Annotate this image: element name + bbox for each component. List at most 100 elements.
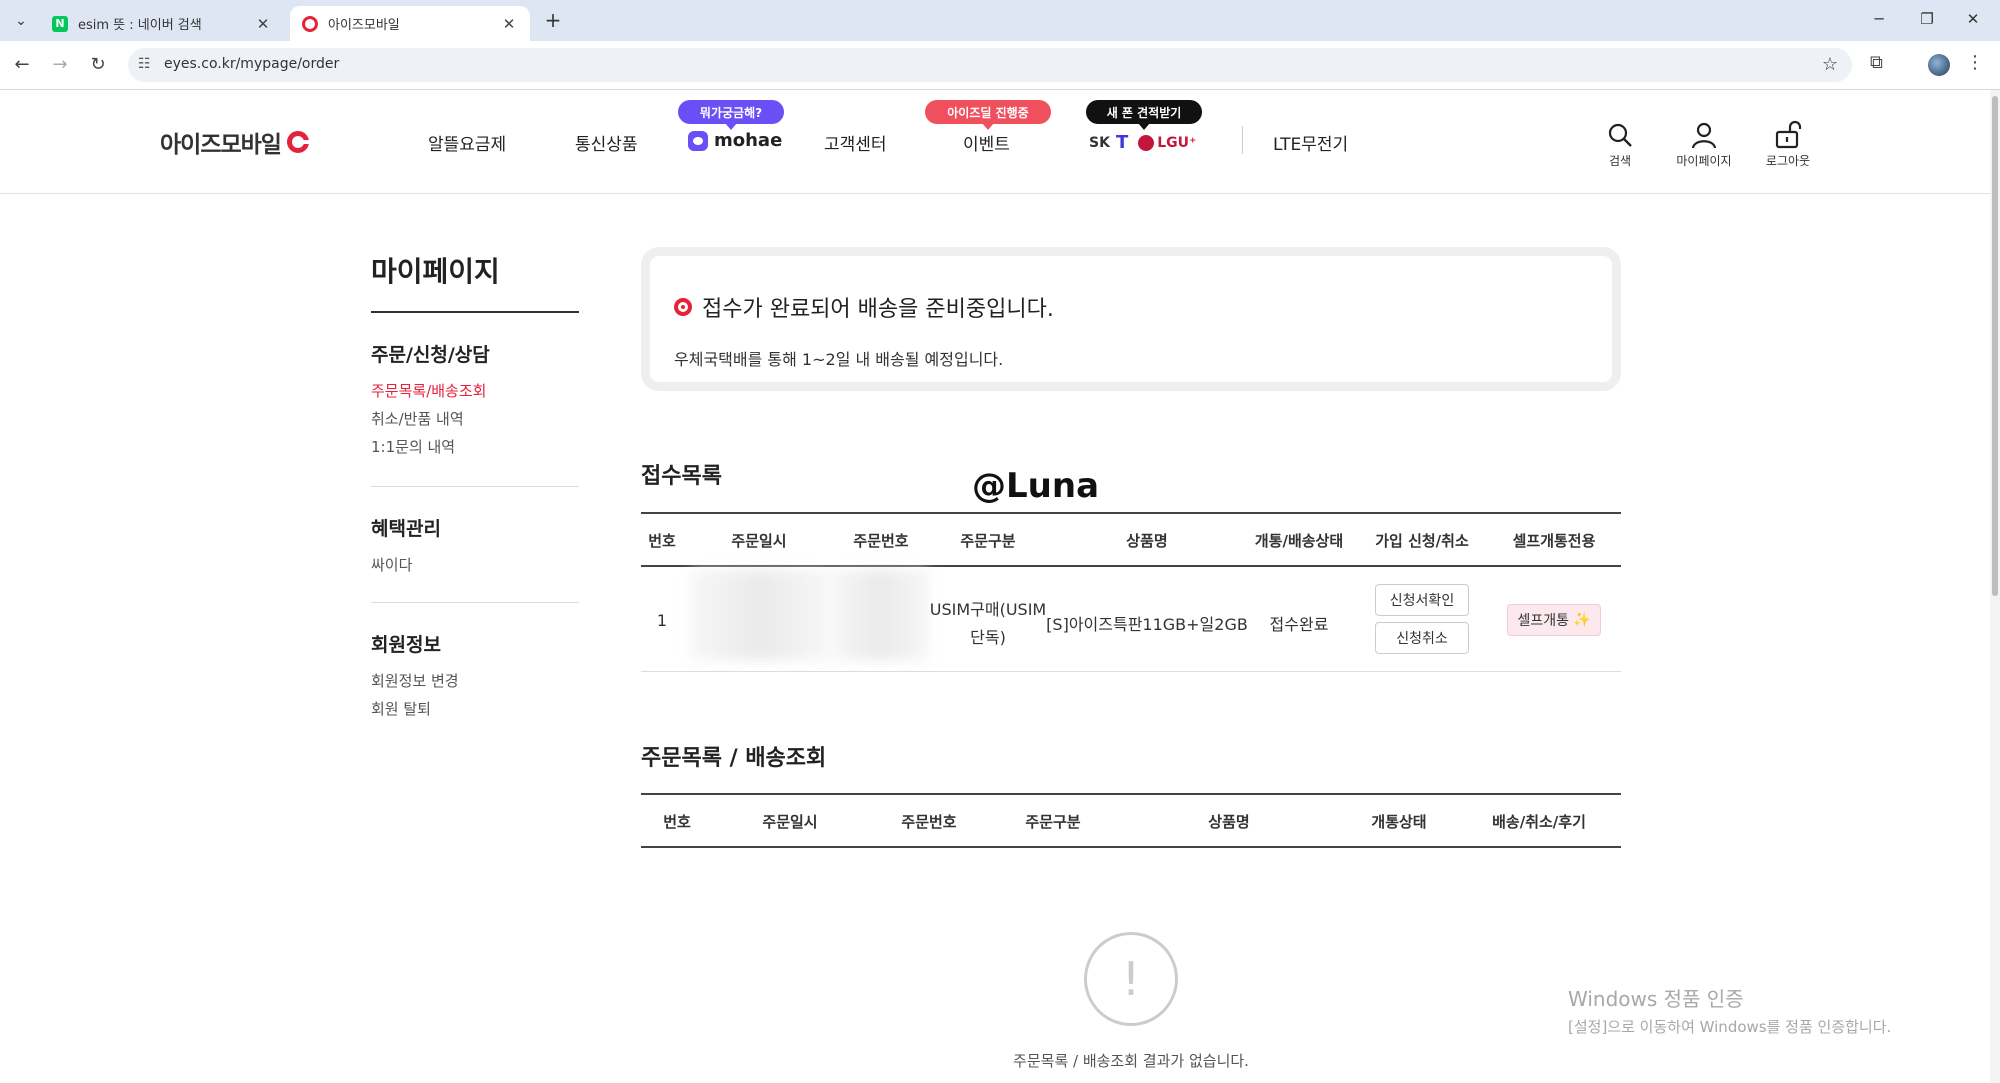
mohae-logo-icon xyxy=(688,130,708,151)
order-status-notice: 접수가 완료되어 배송을 준비중입니다. 우체국택배를 통해 1~2일 내 배송… xyxy=(641,247,1621,391)
table-header-border xyxy=(641,565,1621,567)
col-header-order-no: 주문번호 xyxy=(853,532,909,550)
sidebar-heading-member: 회원정보 xyxy=(371,634,441,656)
product-name: [S]아이즈특판11GB+일2GB xyxy=(1046,615,1248,634)
redacted-order-date xyxy=(690,570,830,660)
sidebar-divider xyxy=(371,486,579,487)
forward-icon[interactable]: → xyxy=(48,54,72,75)
col-header-order-type: 주문구분 xyxy=(1025,813,1081,831)
logo-text: 아이즈모바일 xyxy=(160,132,282,158)
col-header-order-no: 주문번호 xyxy=(901,813,957,831)
tab-title: 아이즈모바일 xyxy=(328,18,400,33)
search-icon xyxy=(1585,118,1655,152)
col-header-no: 번호 xyxy=(648,532,676,550)
logo-mark-icon xyxy=(286,131,309,153)
naver-icon: N xyxy=(52,15,68,32)
skt-logo-icon: T xyxy=(1115,132,1129,153)
logout-button[interactable]: 로그아웃 xyxy=(1753,118,1823,169)
restore-button[interactable]: ❐ xyxy=(1912,10,1942,28)
event-badge: 아이즈딜 진행중 xyxy=(925,100,1051,130)
new-tab-button[interactable]: + xyxy=(540,8,566,32)
unlock-icon xyxy=(1753,118,1823,152)
self-activation-button[interactable]: 셀프개통 ✨ xyxy=(1507,604,1601,636)
sidebar-heading-benefits: 혜택관리 xyxy=(371,518,441,540)
url-field[interactable]: ☷ eyes.co.kr/mypage/order ☆ xyxy=(128,48,1852,82)
nav-plans[interactable]: 알뜰요금제 xyxy=(428,130,506,155)
eyes-ring-icon xyxy=(674,298,692,316)
nav-mohae[interactable]: mohae xyxy=(688,130,782,151)
browser-tab-naver[interactable]: N esim 뜻 : 네이버 검색 ✕ xyxy=(40,6,284,41)
col-header-no: 번호 xyxy=(663,813,691,831)
back-icon[interactable]: ← xyxy=(10,54,34,75)
sidebar-divider xyxy=(371,602,579,603)
nav-event[interactable]: 이벤트 xyxy=(963,130,1010,155)
exclamation-icon: ! xyxy=(1084,932,1178,1026)
address-bar: ← → ↻ ☷ eyes.co.kr/mypage/order ☆ ⧉ ⋮ xyxy=(0,41,2000,90)
notice-subtext: 우체국택배를 통해 1~2일 내 배송될 예정입니다. xyxy=(674,350,1004,369)
sparkle-icon: ✨ xyxy=(1573,612,1591,628)
sidebar-title: 마이페이지 xyxy=(371,255,500,288)
browser-menu-icon[interactable]: ⋮ xyxy=(1966,52,1984,73)
col-header-product: 상품명 xyxy=(1126,532,1168,550)
search-button[interactable]: 검색 xyxy=(1585,118,1655,169)
order-type-line1: USIM구매(USIM xyxy=(929,600,1047,619)
col-header-order-date: 주문일시 xyxy=(731,532,787,550)
table-header-border xyxy=(641,846,1621,848)
sidebar-item-inquiry[interactable]: 1:1문의 내역 xyxy=(371,436,455,457)
order-type-line2: 단독) xyxy=(970,628,1006,647)
col-header-order-date: 주문일시 xyxy=(762,813,818,831)
order-list-title: 주문목록 / 배송조회 xyxy=(641,746,827,771)
windows-activation-watermark: Windows 정품 인증 [설정]으로 이동하여 Windows를 정품 인증… xyxy=(1568,987,1892,1036)
col-header-product: 상품명 xyxy=(1208,813,1250,831)
scrollbar-thumb[interactable] xyxy=(1992,96,1998,596)
site-header: 아이즈모바일 알뜰요금제 통신상품 뭐가궁금해? mohae 고객센터 아이즈딜… xyxy=(0,90,1990,194)
table-row-border xyxy=(641,671,1621,672)
site-info-icon[interactable]: ☷ xyxy=(138,56,151,72)
tab-title: esim 뜻 : 네이버 검색 xyxy=(78,18,202,33)
browser-tab-eyes[interactable]: 아이즈모바일 ✕ xyxy=(290,6,530,41)
close-tab-icon[interactable]: ✕ xyxy=(254,15,272,33)
reload-icon[interactable]: ↻ xyxy=(86,54,110,75)
phone-quote-badge: 새 폰 견적받기 xyxy=(1086,100,1202,130)
url-text: eyes.co.kr/mypage/order xyxy=(164,56,340,72)
nav-telco[interactable]: SK T LGU⁺ xyxy=(1089,132,1196,153)
tab-list-button[interactable]: ⌄ xyxy=(8,8,34,34)
eyes-icon xyxy=(302,15,318,32)
row-number: 1 xyxy=(656,611,668,630)
page-scrollbar[interactable] xyxy=(1990,90,2000,1083)
site-logo[interactable]: 아이즈모바일 xyxy=(160,125,309,159)
nav-lte-radio[interactable]: LTE무전기 xyxy=(1273,130,1348,155)
reception-list-title: 접수목록 xyxy=(641,464,722,489)
cancel-application-button[interactable]: 신청취소 xyxy=(1375,622,1469,654)
table-top-border xyxy=(641,512,1621,514)
lg-logo-icon xyxy=(1138,134,1155,151)
status-text: 접수완료 xyxy=(1269,615,1329,634)
mypage-button[interactable]: 마이페이지 xyxy=(1669,118,1739,169)
sidebar-heading-orders: 주문/신청/상담 xyxy=(371,344,490,366)
nav-support[interactable]: 고객센터 xyxy=(824,130,887,155)
close-tab-icon[interactable]: ✕ xyxy=(500,15,518,33)
minimize-button[interactable]: ─ xyxy=(1864,10,1894,28)
bookmark-star-icon[interactable]: ☆ xyxy=(1822,54,1838,75)
close-window-button[interactable]: ✕ xyxy=(1958,10,1988,28)
sidebar-item-withdraw[interactable]: 회원 탈퇴 xyxy=(371,698,431,719)
nav-divider xyxy=(1242,126,1243,154)
sidebar-item-order-list[interactable]: 주문목록/배송조회 xyxy=(371,380,486,401)
nav-devices[interactable]: 통신상품 xyxy=(575,130,638,155)
sidebar-item-cancel-return[interactable]: 취소/반품 내역 xyxy=(371,408,464,429)
sidebar-item-cider[interactable]: 싸이다 xyxy=(371,554,412,575)
sidebar-item-edit-profile[interactable]: 회원정보 변경 xyxy=(371,670,459,691)
col-header-status: 개통/배송상태 xyxy=(1254,532,1344,550)
redacted-order-number xyxy=(830,570,930,660)
profile-avatar[interactable] xyxy=(1928,54,1950,76)
extensions-icon[interactable]: ⧉ xyxy=(1870,52,1883,73)
table-top-border xyxy=(641,793,1621,795)
col-header-order-type: 주문구분 xyxy=(960,532,1016,550)
col-header-delivery-cancel-review: 배송/취소/후기 xyxy=(1492,813,1586,831)
empty-result-message: 주문목록 / 배송조회 결과가 없습니다. xyxy=(1013,1052,1249,1070)
view-application-button[interactable]: 신청서확인 xyxy=(1375,584,1469,616)
col-header-apply-cancel: 가입 신청/취소 xyxy=(1375,532,1469,550)
col-header-self-activation: 셀프개통전용 xyxy=(1512,532,1596,550)
user-watermark: @Luna xyxy=(972,466,1100,506)
mohae-badge: 뭐가궁금해? xyxy=(678,100,784,130)
